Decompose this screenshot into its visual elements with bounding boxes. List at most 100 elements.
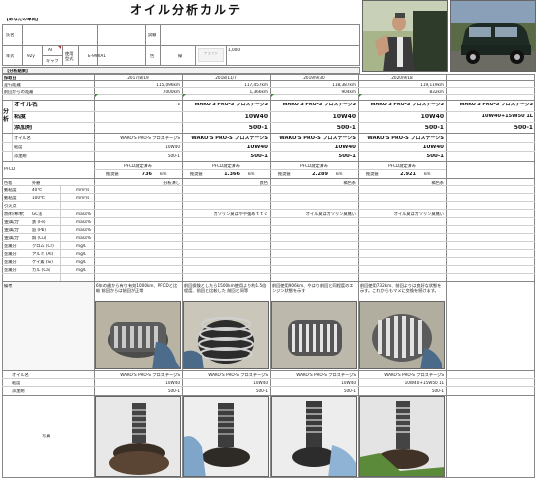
pfcd-unit-label-3: 推奨値 <box>278 172 291 176</box>
metal-al-unit: mg/L <box>76 252 87 256</box>
owner-label: 【あなたの車両】 <box>4 18 41 22</box>
viscosity-3: 10W40 <box>420 113 444 120</box>
drain-plug-photo-2 <box>183 396 269 477</box>
metal-cr-label: 金属分 <box>4 244 17 248</box>
bottom-add-label: 添加剤 <box>12 389 25 393</box>
additive2-3: 500-1 <box>338 153 356 159</box>
bottom-visc-4: 10W40+15W50 1L <box>404 380 444 385</box>
odometer-label: 走行距離 <box>4 83 21 87</box>
fuel-unit: mass% <box>76 212 91 216</box>
oil-name-2: WAKO'S PRO-S プロステージS <box>282 103 356 107</box>
pfcd-unit-label-4: 推奨値 <box>366 172 379 176</box>
date-col-1: 2017/8/19 <box>127 76 149 80</box>
filter-photo-2 <box>183 301 269 369</box>
color-value: 緑 <box>178 54 183 58</box>
fuel-note-3: オイル臭はガソリン臭無い <box>305 212 356 216</box>
visc40-unit: mm²/s <box>76 188 90 192</box>
appearance-2: 良色 <box>259 180 268 185</box>
bottom-oil-label: オイル名 <box>12 372 29 377</box>
since-last-val-4: 832km <box>429 89 445 94</box>
trans-value: キャブ <box>46 59 59 63</box>
viscosity-label: 粘度 <box>14 113 27 120</box>
odometer-val-4: 119,119km <box>420 83 444 87</box>
pfcd-value-2: 1.366 <box>224 171 240 177</box>
oil-name2-label: オイル名 <box>14 136 31 140</box>
date-col-3: 2019/9/30 <box>303 76 325 80</box>
viscosity-4: 10W40+15W50 1L <box>481 114 533 119</box>
appearance-1: 分析済し <box>163 180 180 185</box>
visc100-label: 動粘度 <box>4 196 17 200</box>
fuel-note-4: オイル臭はガソリン臭無い <box>393 212 444 216</box>
remark-3: 前回使用906km、やはり前回と同程度のエンジン状態を示す <box>272 283 354 294</box>
bottom-add-2: 500-1 <box>255 389 268 393</box>
engine-value: E-99XA1 <box>88 54 106 58</box>
drain-plug-photo-1 <box>95 396 181 477</box>
metal-fe-label: 金属分 <box>4 219 20 225</box>
additive2-1: 500-1 <box>167 154 180 158</box>
visc100-unit: mm²/s <box>76 196 90 200</box>
color-row-label: 色相 <box>4 180 13 185</box>
metal-al-label: 金属分 <box>4 252 17 256</box>
bottom-visc-2: 10W40 <box>253 380 268 385</box>
metal-ca-el: カル (Ca) <box>32 268 51 272</box>
additive2-4: 500-1 <box>426 153 444 159</box>
fuel-method: GC法 <box>32 212 43 216</box>
check-label: チェック <box>204 52 218 55</box>
drain-plug-photo-3 <box>271 396 357 477</box>
visc40-temp: 40℃ <box>32 188 43 192</box>
visc40-label: 動粘度 <box>4 188 17 192</box>
date-header-label: 採取日 <box>4 76 17 80</box>
since-last-val-1: 7000km <box>162 89 180 94</box>
oil-name-1: WAKO'S PRO-S プロステージS <box>194 103 268 107</box>
metal-cr-el: クロム (Cr) <box>32 244 54 248</box>
pfcd-unit-2: km <box>248 172 255 176</box>
pfcd-status-4: PFCD測定済み <box>388 163 416 168</box>
pfcd-unit-3: km <box>336 172 343 176</box>
odometer-val-2: 117,457km <box>244 83 268 87</box>
oil-name-4: WAKO'S PRO-S プロステージS <box>459 103 533 107</box>
viscosity-2: 10W40 <box>332 113 356 120</box>
oil-name2-2: WAKO'S PRO-S プロステージS <box>191 136 268 141</box>
bottom-oil-1: WAKO'S PRO-S プロステージS <box>120 372 180 377</box>
bottom-oil-3: WAKO'S PRO-S プロステージS <box>296 372 356 377</box>
bottom-visc-3: 10W40 <box>341 380 356 385</box>
year-label: 年式 <box>6 54 15 58</box>
additive-label: 添加剤 <box>14 124 33 131</box>
color-label: 色 <box>150 54 155 58</box>
odor-row-label: 外観 <box>32 180 41 185</box>
bottom-oil-4: WAKO'S PRO-S プロステージS <box>384 372 444 377</box>
oil-name-label: オイル名 <box>14 102 39 108</box>
remark-1: 6年の歳から有り有効1000km、PFCDと比較 前回からは前回が正常 <box>96 283 178 294</box>
oil-name2-3: WAKO'S PRO-S プロステージS <box>279 136 356 141</box>
bottom-oil-2: WAKO'S PRO-S プロステージS <box>208 372 268 377</box>
car-photo <box>450 0 536 72</box>
pfcd-status-2: PFCD測定済み <box>212 163 240 168</box>
metal-cr-unit: mg/L <box>76 244 87 248</box>
additive-3: 500-1 <box>424 124 444 131</box>
trans-marker <box>58 46 61 49</box>
metal-si-label: 金属分 <box>4 260 17 264</box>
bottom-visc-1: 10W40 <box>165 380 180 385</box>
viscosity2-1: 10W40 <box>165 145 180 149</box>
filter-photo-4 <box>359 301 445 369</box>
viscosity2-2: 10W40 <box>246 144 268 150</box>
section-title: 【分析結果】 <box>5 68 31 73</box>
filter-photo-3 <box>271 301 357 369</box>
oil-name-first: - <box>177 102 181 108</box>
metal-pb-unit: mass% <box>76 228 91 232</box>
photo-label: 写真 <box>42 434 51 438</box>
pfcd-status-1: PFCD測定済み <box>124 163 152 168</box>
test-label: 試験 <box>148 33 157 37</box>
appearance-3: 褐色系 <box>343 180 356 185</box>
metal-si-el: ケイ素 (Si) <box>32 260 53 264</box>
pfcd-value-3: 2.289 <box>312 171 328 177</box>
metal-cu-label: 金属分 <box>4 235 20 241</box>
additive-2: 500-1 <box>336 124 356 131</box>
pfcd-value-4: 2.921 <box>400 171 416 177</box>
remarks-label-cell <box>3 282 94 370</box>
filter-photo-1 <box>95 301 181 369</box>
remarks-label: 備考 <box>4 284 13 288</box>
fuel-note-2: ガソリン臭はやや強めｔｔｃ <box>213 212 268 216</box>
metal-pb-label: 金属分 <box>4 227 20 233</box>
date-col-2: 2018/11/7 <box>215 76 237 80</box>
